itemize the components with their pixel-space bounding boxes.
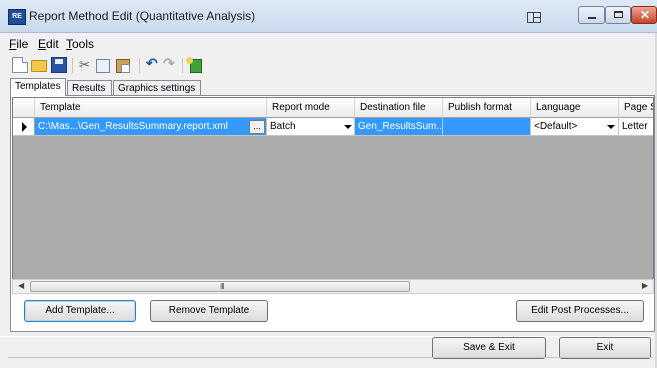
destination-file-cell[interactable]: Gen_ResultsSum... xyxy=(355,118,443,136)
column-header-template[interactable]: Template xyxy=(35,98,267,118)
status-divider xyxy=(8,357,653,358)
page-size-cell[interactable]: Letter xyxy=(619,118,653,136)
tab-graphics-settings[interactable]: Graphics settings xyxy=(113,80,201,95)
template-cell[interactable]: C:\Mas...\Gen_ResultsSummary.report.xml xyxy=(35,118,267,136)
edit-post-processes-button[interactable]: Edit Post Processes... xyxy=(516,300,644,322)
maximize-icon xyxy=(614,11,623,18)
minimize-icon xyxy=(588,17,596,19)
column-header-page-size[interactable]: Page S xyxy=(619,98,653,118)
layout-icon[interactable] xyxy=(527,12,541,23)
language-cell[interactable]: <Default> xyxy=(531,118,619,136)
close-button[interactable]: ✕ xyxy=(631,6,657,24)
current-row-arrow-icon xyxy=(22,122,27,132)
row-header-corner xyxy=(13,98,35,118)
add-item-icon[interactable] xyxy=(186,57,202,73)
row-selector[interactable] xyxy=(13,118,35,136)
scrollbar-grip: III xyxy=(220,282,225,291)
scrollbar-thumb[interactable]: III xyxy=(30,281,410,292)
toolbar: ✂ ↶ ↷ xyxy=(0,54,657,76)
menu-edit[interactable]: Edit xyxy=(38,37,59,51)
save-exit-button[interactable]: Save & Exit xyxy=(432,337,546,359)
column-header-destination-file[interactable]: Destination file xyxy=(355,98,443,118)
horizontal-scrollbar[interactable]: ◀ III ▶ xyxy=(12,279,654,294)
menu-bar: File Edit Tools xyxy=(0,33,657,53)
divider xyxy=(0,336,657,337)
add-template-button[interactable]: Add Template... xyxy=(24,300,136,322)
templates-grid: Template Report mode Destination file Pu… xyxy=(12,97,654,292)
column-header-publish-format[interactable]: Publish format xyxy=(443,98,531,118)
window-title: Report Method Edit (Quantitative Analysi… xyxy=(29,9,256,23)
title-bar: RE Report Method Edit (Quantitative Anal… xyxy=(0,0,657,33)
publish-format-cell[interactable] xyxy=(443,118,531,136)
menu-file[interactable]: File xyxy=(9,37,28,51)
column-header-report-mode[interactable]: Report mode xyxy=(267,98,355,118)
remove-template-button[interactable]: Remove Template xyxy=(150,300,268,322)
tab-templates[interactable]: Templates xyxy=(10,78,66,96)
toolbar-separator xyxy=(72,58,73,73)
menu-tools[interactable]: Tools xyxy=(66,37,94,51)
cut-icon[interactable]: ✂ xyxy=(79,57,95,73)
minimize-button[interactable] xyxy=(578,6,605,24)
redo-icon[interactable]: ↷ xyxy=(163,55,179,71)
scroll-left-icon[interactable]: ◀ xyxy=(18,281,24,290)
new-document-icon[interactable] xyxy=(12,57,28,73)
paste-icon[interactable] xyxy=(116,59,130,73)
language-value: <Default> xyxy=(534,121,578,132)
open-folder-icon[interactable] xyxy=(31,60,47,72)
report-mode-cell[interactable]: Batch xyxy=(267,118,355,136)
undo-icon[interactable]: ↶ xyxy=(146,55,162,71)
tab-results[interactable]: Results xyxy=(67,80,112,95)
report-method-app-icon: RE xyxy=(8,9,26,25)
report-mode-value: Batch xyxy=(270,121,296,132)
browse-template-button[interactable]: ... xyxy=(249,120,265,134)
exit-button[interactable]: Exit xyxy=(559,337,651,359)
language-dropdown-icon[interactable] xyxy=(607,125,615,129)
copy-icon[interactable] xyxy=(96,59,110,73)
toolbar-separator xyxy=(139,58,140,73)
toolbar-separator xyxy=(182,58,183,73)
close-icon: ✕ xyxy=(640,8,651,22)
save-icon[interactable] xyxy=(51,57,67,73)
report-mode-dropdown-icon[interactable] xyxy=(344,125,352,129)
maximize-button[interactable] xyxy=(605,6,631,24)
column-header-language[interactable]: Language xyxy=(531,98,619,118)
scroll-right-icon[interactable]: ▶ xyxy=(642,281,648,290)
